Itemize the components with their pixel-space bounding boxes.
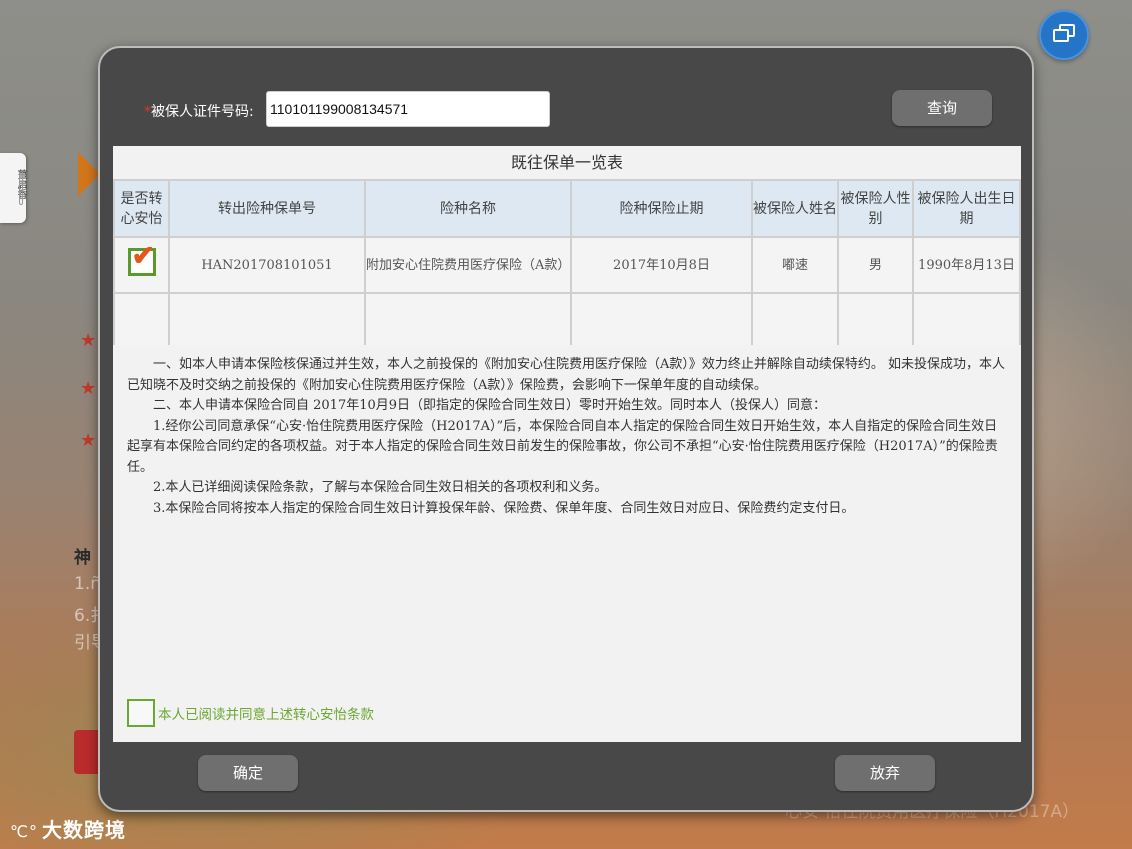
- insured-id-input[interactable]: [266, 91, 550, 127]
- column-header: 被保险人姓名: [751, 179, 839, 238]
- column-header: 被保险人出生日期: [912, 179, 1021, 238]
- policy-number-cell: HAN201708101051: [168, 236, 366, 294]
- background-line: 1.ñ: [74, 574, 101, 594]
- brand-mark: ℃°: [10, 822, 38, 841]
- insured-name-cell: 嘟速: [751, 236, 839, 294]
- transfer-checkbox[interactable]: ✔: [127, 241, 156, 276]
- background-logo-shape: [78, 152, 100, 196]
- star-icon: ★: [80, 378, 97, 399]
- table-row: ✔ HAN201708101051 附加安心住院费用医疗保险（A款） 2017年…: [113, 236, 1021, 294]
- column-header: 被保险人性别: [837, 179, 914, 238]
- confirm-button[interactable]: 确定: [198, 755, 298, 791]
- dialog-content: 既往保单一览表 是否转心安怡 转出险种保单号 险种名称 险种保险止期 被保险人姓…: [113, 146, 1021, 742]
- window-restore-button[interactable]: [1039, 10, 1089, 60]
- insured-id-label: *被保人证件号码:: [144, 104, 254, 120]
- column-header: 转出险种保单号: [168, 179, 366, 238]
- previous-policy-table: 是否转心安怡 转出险种保单号 险种名称 险种保险止期 被保险人姓名 被保险人性别…: [113, 179, 1021, 345]
- checkmark-icon: ✔: [131, 239, 155, 272]
- agree-label[interactable]: 本人已阅读并同意上述转心安怡条款: [158, 703, 374, 723]
- column-header: 是否转心安怡: [113, 179, 170, 238]
- column-header: 险种名称: [364, 179, 572, 238]
- side-tab[interactable]: 薑启香: [0, 153, 26, 223]
- table-header-row: 是否转心安怡 转出险种保单号 险种名称 险种保险止期 被保险人姓名 被保险人性别…: [113, 179, 1021, 238]
- star-icon: ★: [80, 430, 97, 451]
- terms-text: 一、如本人申请本保险核保通过并生效，本人之前投保的《附加安心住院费用医疗保险（A…: [127, 355, 1007, 519]
- agree-checkbox[interactable]: [127, 699, 155, 727]
- insured-gender-cell: 男: [837, 236, 914, 294]
- product-name-cell: 附加安心住院费用医疗保险（A款）: [364, 236, 572, 294]
- end-date-cell: 2017年10月8日: [570, 236, 753, 294]
- terms-paragraph: 3.本保险合同将按本人指定的保险合同生效日计算投保年龄、保险费、保单年度、合同生…: [153, 500, 855, 516]
- brand-name: 大数跨境: [41, 818, 126, 842]
- star-icon: ★: [80, 330, 97, 351]
- terms-paragraph: 二、本人申请本保险合同自 2017年10月9日（即指定的保险合同生效日）零时开始…: [153, 398, 827, 413]
- required-mark: *: [144, 104, 151, 120]
- abandon-button[interactable]: 放弃: [835, 755, 935, 791]
- side-tab-handle: [19, 171, 23, 205]
- column-header: 险种保险止期: [570, 179, 753, 238]
- query-button[interactable]: 查询: [892, 90, 992, 126]
- terms-paragraph: 一、如本人申请本保险核保通过并生效，本人之前投保的《附加安心住院费用医疗保险（A…: [127, 357, 1006, 393]
- agree-row[interactable]: 本人已阅读并同意上述转心安怡条款: [127, 699, 374, 727]
- brand-logo: ℃° 大数跨境: [10, 814, 126, 843]
- insured-birth-cell: 1990年8月13日: [912, 236, 1021, 294]
- terms-paragraph: 2.本人已详细阅读保险条款，了解与本保险合同生效日相关的各项权利和义务。: [153, 480, 608, 495]
- table-row-empty: [113, 292, 1021, 345]
- background-heading: 神: [74, 548, 91, 568]
- terms-paragraph: 1.经你公司同意承保“心安·怡住院费用医疗保险（H2017A）”后，本保险合同自…: [127, 418, 998, 475]
- table-title: 既往保单一览表: [510, 153, 623, 172]
- transfer-policy-dialog: *被保人证件号码: 查询 既往保单一览表 是否转心安怡 转出险种保单号 险种名称…: [98, 46, 1034, 812]
